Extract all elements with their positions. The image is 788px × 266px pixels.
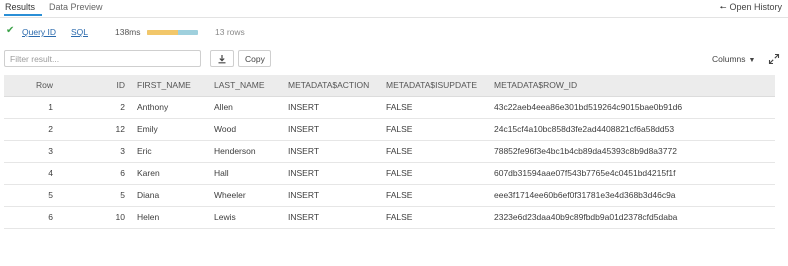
query-timing-bar: [147, 30, 198, 35]
table-row[interactable]: 1 2 Anthony Allen INSERT FALSE 43c22aeb4…: [4, 97, 775, 119]
cell-metadata-row-id: 24c15cf4a10bc858d3fe2ad4408821cf6a58dd53: [494, 124, 675, 134]
table-row[interactable]: 6 10 Helen Lewis INSERT FALSE 2323e6d23d…: [4, 207, 775, 229]
cell-metadata-row-id: 2323e6d23daa40b9c89fbdb9a01d2378cfd5daba: [494, 212, 678, 222]
cell-last-name: Wheeler: [214, 190, 246, 200]
cell-metadata-isupdate: FALSE: [386, 124, 413, 134]
cell-metadata-isupdate: FALSE: [386, 146, 413, 156]
cell-id: 6: [120, 168, 125, 178]
column-header-metadata-action[interactable]: METADATA$ACTION: [288, 75, 369, 96]
expand-icon[interactable]: [768, 53, 780, 65]
cell-metadata-row-id: 607db31594aae07f543b7765e4c0451bd4215f1f: [494, 168, 676, 178]
cell-metadata-isupdate: FALSE: [386, 168, 413, 178]
checkmark-icon: ✔: [6, 25, 15, 36]
column-header-last-name[interactable]: LAST_NAME: [214, 75, 265, 96]
table-row[interactable]: 4 6 Karen Hall INSERT FALSE 607db31594aa…: [4, 163, 775, 185]
cell-last-name: Hall: [214, 168, 229, 178]
results-table: Row ID FIRST_NAME LAST_NAME METADATA$ACT…: [4, 75, 775, 229]
row-number: 4: [48, 168, 53, 178]
columns-label: Columns: [712, 54, 746, 64]
query-duration: 138ms: [115, 27, 141, 37]
open-history-label: Open History: [729, 2, 782, 12]
download-icon: [218, 54, 226, 63]
copy-button[interactable]: Copy: [238, 50, 271, 67]
cell-metadata-row-id: eee3f1714ee60b6ef0f31781e3e4d368b3d46c9a: [494, 190, 676, 200]
column-header-first-name[interactable]: FIRST_NAME: [137, 75, 191, 96]
cell-id: 2: [120, 102, 125, 112]
row-number: 6: [48, 212, 53, 222]
cell-last-name: Lewis: [214, 212, 236, 222]
cell-metadata-isupdate: FALSE: [386, 190, 413, 200]
cell-metadata-row-id: 43c22aeb4eea86e301bd519264c9015bae0b91d6: [494, 102, 683, 112]
column-header-metadata-row-id[interactable]: METADATA$ROW_ID: [494, 75, 577, 96]
cell-id: 5: [120, 190, 125, 200]
results-tab-bar: Results Data Preview 🠔 Open History: [0, 0, 788, 18]
cell-first-name: Anthony: [137, 102, 169, 112]
query-status-bar: ✔ Query ID SQL 138ms 13 rows: [0, 25, 400, 40]
query-id-link[interactable]: Query ID: [22, 26, 56, 38]
cell-last-name: Allen: [214, 102, 233, 112]
table-row[interactable]: 5 5 Diana Wheeler INSERT FALSE eee3f1714…: [4, 185, 775, 207]
cell-metadata-action: INSERT: [288, 102, 320, 112]
row-number: 3: [48, 146, 53, 156]
cell-id: 3: [120, 146, 125, 156]
caret-down-icon: ▼: [748, 57, 756, 64]
cell-metadata-action: INSERT: [288, 168, 320, 178]
cell-first-name: Karen: [137, 168, 160, 178]
download-button[interactable]: [210, 50, 234, 67]
cell-metadata-action: INSERT: [288, 146, 320, 156]
cell-metadata-isupdate: FALSE: [386, 102, 413, 112]
cell-metadata-isupdate: FALSE: [386, 212, 413, 222]
query-timing-bar-fill: [147, 30, 178, 35]
row-number: 2: [48, 124, 53, 134]
cell-first-name: Emily: [137, 124, 158, 134]
cell-metadata-row-id: 78852fe96f3e4bc1b4cb89da45393c8b9d8a3772: [494, 146, 677, 156]
cell-first-name: Eric: [137, 146, 152, 156]
table-row[interactable]: 2 12 Emily Wood INSERT FALSE 24c15cf4a10…: [4, 119, 775, 141]
column-header-id[interactable]: ID: [100, 75, 126, 96]
row-count: 13 rows: [215, 27, 245, 37]
column-header-row[interactable]: Row: [4, 75, 53, 96]
cell-last-name: Henderson: [214, 146, 256, 156]
row-number: 1: [48, 102, 53, 112]
tab-results[interactable]: Results: [5, 1, 35, 13]
cell-last-name: Wood: [214, 124, 237, 134]
tab-data-preview[interactable]: Data Preview: [49, 1, 103, 13]
cell-first-name: Diana: [137, 190, 160, 200]
table-row[interactable]: 3 3 Eric Henderson INSERT FALSE 78852fe9…: [4, 141, 775, 163]
filter-result-input[interactable]: [4, 50, 201, 67]
cell-id: 12: [115, 124, 125, 134]
cell-first-name: Helen: [137, 212, 160, 222]
cell-metadata-action: INSERT: [288, 124, 320, 134]
open-history-button[interactable]: 🠔 Open History: [719, 1, 782, 14]
sql-link[interactable]: SQL: [71, 26, 88, 38]
table-header: Row ID FIRST_NAME LAST_NAME METADATA$ACT…: [4, 75, 775, 97]
cell-metadata-action: INSERT: [288, 212, 320, 222]
columns-menu-button[interactable]: Columns ▼: [712, 54, 755, 66]
cell-id: 10: [115, 212, 125, 222]
cell-metadata-action: INSERT: [288, 190, 320, 200]
arrow-left-icon: 🠔: [719, 3, 727, 12]
row-number: 5: [48, 190, 53, 200]
active-tab-indicator: [4, 14, 42, 16]
column-header-metadata-isupdate[interactable]: METADATA$ISUPDATE: [386, 75, 477, 96]
